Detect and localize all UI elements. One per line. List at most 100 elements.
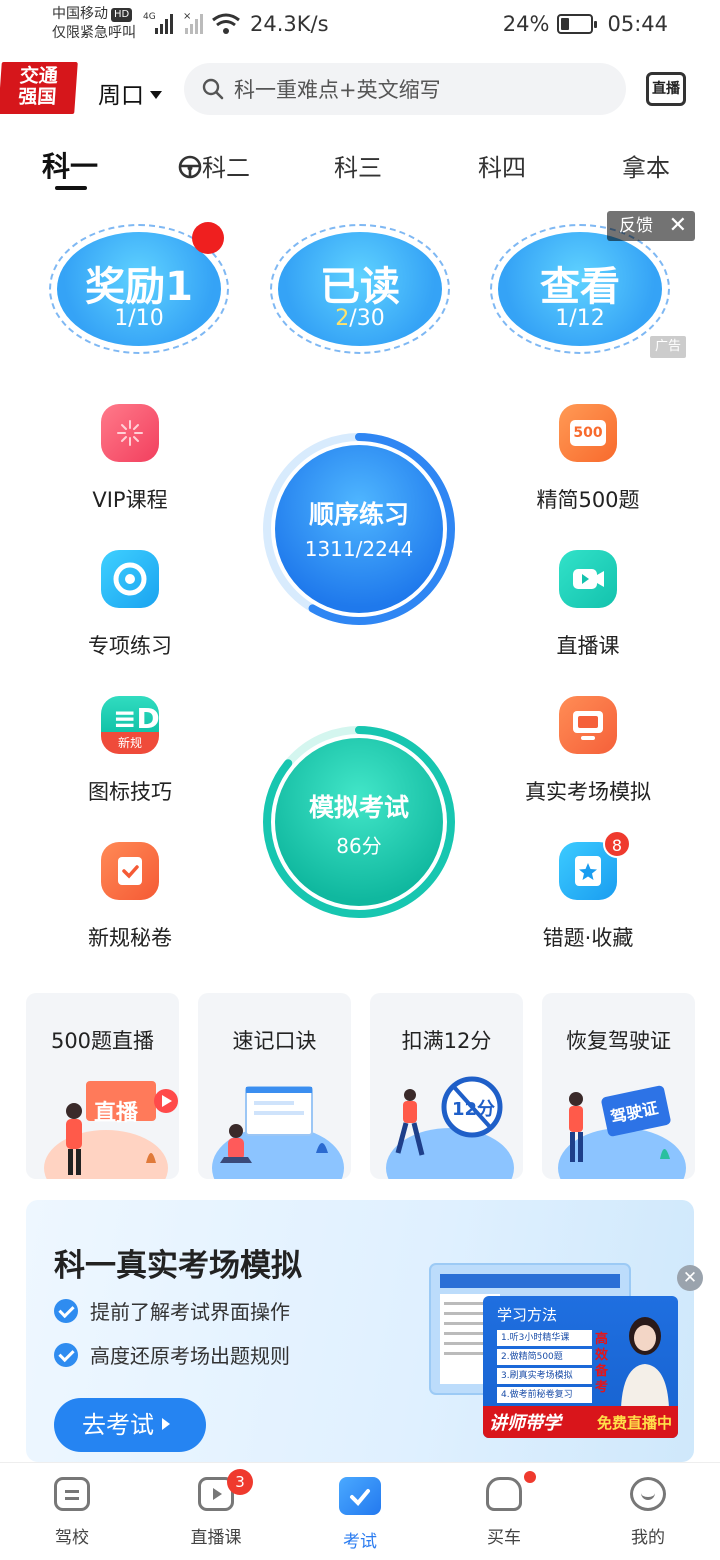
teach-strip-right: 免费直播中 [596,1414,672,1432]
banner-close-icon[interactable]: ✕ [677,1265,703,1291]
subject-tabs: 科一 科二 科三 科四 拿本 [0,140,720,190]
emergency-text: 仅限紧急呼叫 [52,25,136,41]
special-practice-label: 专项练习 [88,634,172,658]
teacher-live-card[interactable]: 学习方法 1.听3小时精华课 2.做精简500题 3.刷真实考场模拟 4.做考前… [483,1296,678,1438]
battery-icon [557,14,598,34]
search-bar[interactable]: 科一重难点+英文缩写 [184,63,626,115]
new-rule-tag: 新规 [117,736,142,750]
steering-wheel-icon [178,155,202,179]
school-doc-icon [54,1477,90,1511]
sequential-practice-button[interactable]: 顺序练习 1311/2244 [261,431,457,627]
vip-sparkle-icon [101,404,159,462]
view-count-current: 1 [555,306,570,331]
nav-buy-car-label: 买车 [487,1528,521,1548]
net-speed: 24.3K/s [250,12,329,36]
special-practice-entry[interactable]: 专项练习 [30,550,230,660]
smile-face-icon [630,1477,666,1511]
ad-tag: 广告 [650,336,686,358]
banner-point-2-text: 高度还原考场出题规则 [90,1344,290,1368]
reward-count-current: 1 [114,306,129,331]
500-icon-text: 500 [570,420,606,446]
banner-point-2: 高度还原考场出题规则 [54,1340,290,1369]
tab-subject-4[interactable]: 科四 [478,148,526,183]
vip-course-entry[interactable]: VIP课程 [30,404,230,514]
sign-icon: ≡D 新规 [101,696,160,754]
points-illustration-icon [386,1076,514,1179]
active-tab-indicator [55,186,87,190]
tab-get-license[interactable]: 拿本 [622,148,670,183]
search-icon [202,78,224,100]
real-exam-sim-entry[interactable]: 真实考场模拟 [488,696,688,806]
card-mnemonic[interactable]: 速记口诀 [198,993,351,1179]
app-logo[interactable]: 交通 强国 [0,62,78,114]
tab-subject-1[interactable]: 科一 [42,145,98,185]
teach-strip: 讲师带学 免费直播中 [483,1406,678,1438]
sign-tips-entry[interactable]: ≡D 新规 图标技巧 [30,696,230,806]
bookmark-star-icon: 8 [559,830,631,900]
close-icon[interactable]: ✕ [669,211,687,241]
car-icon [486,1477,522,1511]
nav-live-course-label: 直播课 [190,1528,242,1548]
bottom-navigation: 驾校 3 直播课 考试 买车 我的 [0,1462,720,1560]
card-12-points[interactable]: 扣满12分 12分 [370,993,523,1179]
nav-live-course[interactable]: 3 直播课 [166,1469,266,1548]
reward-count-total: /10 [128,306,164,331]
nav-profile[interactable]: 我的 [598,1477,698,1548]
check-circle-icon [54,1298,78,1323]
svg-text:×: × [183,11,191,22]
view-bubble[interactable]: 查看 1/12 [490,224,670,354]
teach-row-1: 1.听3小时精华课 [497,1330,592,1346]
read-bubble[interactable]: 已读 2/30 [270,224,450,354]
vip-course-label: VIP课程 [92,488,168,512]
streamlined-500-entry[interactable]: 500 精简500题 [488,404,688,514]
teach-row-2: 2.做精简500题 [497,1349,592,1365]
teach-strip-left: 讲师带学 [489,1413,561,1434]
card-mnemonic-title: 速记口诀 [232,1029,317,1053]
view-count: 1/12 [490,306,670,331]
notification-dot [192,222,224,254]
caret-down-icon [150,91,162,99]
nav-driving-school[interactable]: 驾校 [22,1477,122,1548]
go-exam-label: 去考试 [82,1411,154,1439]
logo-line-1: 交通 [19,65,59,87]
exam-title: 模拟考试 [308,793,409,822]
clock: 05:44 [607,12,668,36]
exam-folder-check-icon [339,1477,381,1515]
banner-point-1-text: 提前了解考试界面操作 [90,1300,290,1324]
status-bar: 中国移动 HD 仅限紧急呼叫 4G × 24.3K/s 24% 05:44 [0,0,720,50]
ad-feedback-button[interactable]: 反馈 ✕ [607,211,695,241]
mock-exam-button[interactable]: 模拟考试 86分 [261,724,457,920]
card-500-live[interactable]: 500题直播 直播 [26,993,179,1179]
live-tv-button[interactable]: 直播 [646,72,686,106]
city-selector[interactable]: 周口 [98,76,162,110]
teach-row-4: 4.做考前秘卷复习 [497,1387,592,1403]
tab-subject-2[interactable]: 科二 [178,148,250,183]
live-course-entry[interactable]: 直播课 [488,550,688,660]
nav-exam-label: 考试 [343,1532,377,1552]
tab-subject-2-label: 科二 [202,154,250,182]
exam-score: 86分 [336,834,382,858]
card-restore-license[interactable]: 恢复驾驶证 驾驶证 [542,993,695,1179]
reward-title: 奖励1 [85,264,193,310]
battery-percent: 24% [502,12,550,36]
new-rule-paper-entry[interactable]: 新规秘卷 [30,842,230,952]
teach-heading: 学习方法 [497,1306,558,1324]
svg-text:≡D: ≡D [113,702,159,735]
tab-subject-3[interactable]: 科三 [334,148,382,183]
practice-title: 顺序练习 [308,500,409,529]
check-circle-icon [54,1342,78,1367]
card-12-art-text: 12分 [452,1099,496,1120]
nav-exam[interactable]: 考试 [310,1477,410,1552]
wrong-questions-label: 错题·收藏 [542,926,634,950]
play-arrow-icon [162,1418,170,1430]
svg-text:4G: 4G [143,12,156,22]
search-placeholder: 科一重难点+英文缩写 [234,78,441,102]
monitor-icon [559,696,617,754]
teacher-portrait [621,1317,669,1408]
card-restore-license-title: 恢复驾驶证 [566,1029,671,1053]
nav-buy-car[interactable]: 买车 [454,1471,554,1548]
go-exam-button[interactable]: 去考试 [54,1398,206,1452]
wrong-questions-entry[interactable]: 8 错题·收藏 [488,830,688,952]
nav-profile-label: 我的 [631,1528,665,1548]
teach-row-3: 3.刷真实考场模拟 [497,1368,592,1384]
